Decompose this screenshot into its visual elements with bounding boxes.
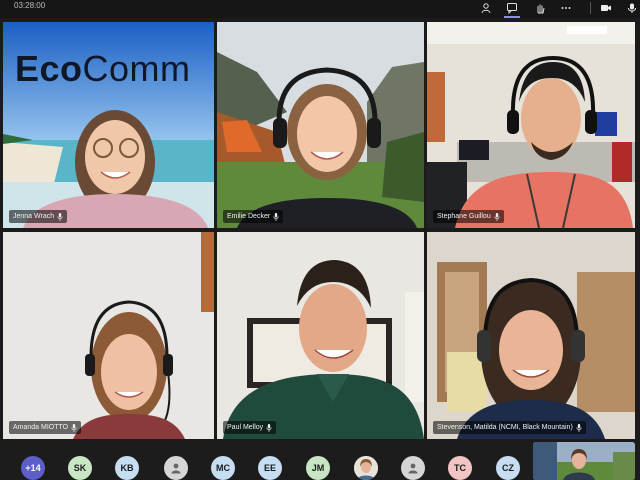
mic-icon [71, 423, 77, 432]
roster-avatar[interactable]: EE [258, 456, 282, 480]
avatar-photo [354, 456, 378, 480]
video-tile-stevenson[interactable]: Stevenson, Matilda (NCMI, Black Mountain… [427, 232, 635, 439]
participant-name: Paul Melloy [227, 424, 264, 431]
roster-avatar[interactable]: SK [68, 456, 92, 480]
participant-name-tag: Stevenson, Matilda (NCMI, Black Mountain… [433, 421, 586, 434]
video-feed [3, 232, 214, 439]
self-view-feed [533, 442, 635, 480]
person-icon [171, 463, 181, 474]
participant-name: Jenna Wrach [13, 213, 55, 220]
video-feed [427, 232, 635, 439]
video-tile-paul[interactable]: Paul Melloy [217, 232, 424, 439]
video-tile-amanda[interactable]: Amanda MIOTTO [3, 232, 214, 439]
participant-name: Stephane Guillou [437, 213, 491, 220]
participant-name-tag: Paul Melloy [223, 421, 277, 434]
mic-icon [273, 212, 279, 221]
chat-icon[interactable] [504, 0, 520, 18]
banner-light: Comm [82, 48, 191, 89]
video-feed [217, 22, 424, 228]
participant-name: Stevenson, Matilda (NCMI, Black Mountain… [437, 424, 573, 431]
camera-icon[interactable] [598, 0, 614, 16]
roster-avatar[interactable] [164, 456, 188, 480]
person-icon [408, 463, 418, 474]
roster-avatar[interactable]: MC [211, 456, 235, 480]
banner-bold: Eco [15, 48, 83, 89]
video-tile-stephane[interactable]: Stephane Guillou [427, 22, 635, 228]
toolbar-divider [590, 2, 591, 14]
call-toolbar: 03:28:00 [0, 0, 640, 18]
mic-icon [266, 423, 272, 432]
raise-hand-icon[interactable] [532, 0, 548, 16]
participant-name-tag: Amanda MIOTTO [9, 421, 82, 434]
participant-name-tag: Jenna Wrach [9, 210, 68, 223]
mic-icon [576, 423, 582, 432]
roster-avatar[interactable]: CZ [496, 456, 520, 480]
mic-icon [494, 212, 500, 221]
ecocomm-banner: EcoComm [15, 48, 191, 90]
roster-avatar[interactable] [401, 456, 425, 480]
participant-name: Amanda MIOTTO [13, 424, 69, 431]
roster-avatar[interactable]: JM [306, 456, 330, 480]
more-icon[interactable] [558, 0, 574, 16]
self-view-preview[interactable] [533, 442, 635, 480]
participant-name-tag: Emilie Decker [223, 210, 284, 223]
video-tile-emilie[interactable]: Emilie Decker [217, 22, 424, 228]
roster-avatar[interactable]: TC [448, 456, 472, 480]
call-timer: 03:28:00 [14, 1, 46, 10]
roster-avatar[interactable] [354, 456, 378, 480]
people-icon[interactable] [478, 0, 494, 16]
mic-icon[interactable] [624, 0, 640, 16]
participant-name-tag: Stephane Guillou [433, 210, 504, 223]
roster-avatar[interactable]: KB [115, 456, 139, 480]
participant-name: Emilie Decker [227, 213, 271, 220]
video-feed [427, 22, 635, 228]
video-tile-jenna[interactable]: EcoComm Jenna Wrach [3, 22, 214, 228]
overflow-count-badge[interactable]: +14 [21, 456, 45, 480]
video-feed [217, 232, 424, 439]
mic-icon [57, 212, 63, 221]
